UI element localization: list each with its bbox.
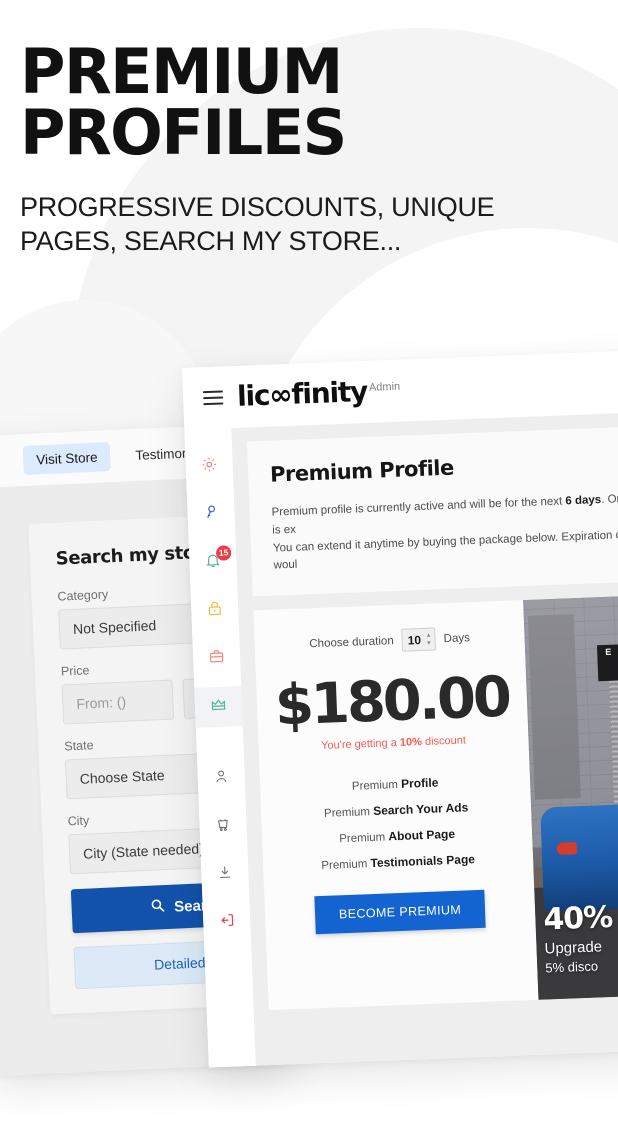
purchase-details: Choose duration 10 ▲ ▼ Days $180.00 You'… [253, 600, 538, 1010]
logout-icon [218, 911, 236, 934]
brand-logo[interactable]: lic∞finityAdmin [236, 374, 401, 413]
duration-stepper[interactable]: 10 ▲ ▼ [401, 627, 437, 653]
sidebar-item-key[interactable] [187, 494, 236, 536]
promo-wall-panel [527, 614, 581, 801]
brand-logo-suffix: Admin [368, 380, 401, 394]
price-amount: $180.00 [273, 664, 511, 739]
feature-list: Premium Profile Premium Search Your Ads … [270, 773, 523, 875]
search-icon [151, 898, 166, 917]
poster-canvas: PREMIUM PROFILES PROGRESSIVE DISCOUNTS, … [0, 0, 618, 1140]
discount-suffix: discount [421, 734, 467, 749]
crown-icon [210, 696, 228, 719]
download-icon [216, 863, 234, 886]
brand-logo-text: lic∞finity [236, 374, 368, 413]
promo-line-1: Upgrade [544, 938, 603, 958]
duration-value: 10 [407, 632, 422, 648]
sidebar-divider [196, 734, 244, 760]
spinner-icon[interactable]: ▲ ▼ [425, 632, 431, 646]
feature-bold: About Page [388, 827, 456, 844]
promo-sign: E [596, 641, 618, 682]
poster-text-block: PREMIUM PROFILES PROGRESSIVE DISCOUNTS, … [20, 35, 580, 259]
feature-prefix: Premium [321, 858, 371, 873]
sidebar-item-cart[interactable] [199, 806, 248, 848]
promo-banner-image: E 40% Upgrade 5% disco [523, 594, 618, 1001]
sidebar-item-settings[interactable] [185, 446, 234, 488]
promo-car [540, 800, 618, 912]
person-icon [212, 767, 230, 790]
feature-prefix: Premium [323, 806, 374, 821]
feature-bold: Profile [400, 775, 439, 792]
feature-item: Premium Testimonials Page [273, 851, 523, 875]
feature-prefix: Premium [351, 779, 402, 794]
sidebar-item-briefcase[interactable] [192, 638, 241, 680]
feature-item: Premium Search Your Ads [271, 799, 521, 823]
cart-icon [214, 815, 232, 838]
duration-unit: Days [443, 631, 471, 645]
duration-row: Choose duration 10 ▲ ▼ Days [264, 625, 515, 658]
become-premium-button[interactable]: BECOME PREMIUM [314, 890, 486, 935]
page-description: Premium profile is currently active and … [271, 490, 618, 576]
notification-badge: 15 [215, 545, 232, 561]
sidebar-item-logout[interactable] [203, 902, 252, 944]
premium-purchase-card: Choose duration 10 ▲ ▼ Days $180.00 You'… [253, 594, 618, 1011]
page-title: Premium Profile [269, 455, 455, 487]
feature-item: Premium About Page [272, 825, 522, 849]
discount-amount: 10% [399, 736, 423, 750]
duration-label: Choose duration [309, 634, 394, 651]
promo-taillight [556, 842, 577, 856]
feature-bold: Search Your Ads [372, 800, 469, 819]
chevron-down-icon[interactable]: ▼ [426, 640, 432, 646]
promo-line-2: 5% disco [545, 958, 599, 976]
lock-icon [206, 600, 224, 623]
premium-profile-header: Premium Profile Premium profile is curre… [246, 425, 618, 597]
admin-content: Premium Profile Premium profile is curre… [232, 411, 618, 1066]
feature-prefix: Premium [339, 831, 389, 846]
price-from-input[interactable]: From: () [61, 679, 175, 725]
feature-bold: Testimonials Page [370, 852, 476, 871]
promo-overlay-text: 40% Upgrade 5% disco [535, 900, 618, 976]
briefcase-icon [208, 648, 226, 671]
sidebar-item-premium[interactable] [194, 685, 243, 728]
key-icon [202, 504, 220, 527]
sidebar-item-notifications[interactable]: 15 [189, 542, 238, 584]
sidebar-item-lock[interactable] [191, 590, 240, 632]
description-line-2: You can extend it anytime by buying the … [272, 528, 618, 573]
admin-window: lic∞finityAdmin 15 Premium Profile Premi… [182, 349, 618, 1068]
tab-visit-store[interactable]: Visit Store [22, 441, 112, 475]
sidebar-item-download[interactable] [201, 854, 250, 896]
sidebar-item-profile[interactable] [197, 758, 246, 800]
poster-subheadline: PROGRESSIVE DISCOUNTS, UNIQUE PAGES, SEA… [20, 191, 495, 257]
admin-workspace: 15 Premium Profile Premium profile is cu… [184, 411, 618, 1068]
poster-headline: PREMIUM PROFILES [20, 35, 347, 169]
description-part-1: Premium profile is currently active and … [271, 495, 566, 519]
feature-item: Premium Profile [270, 773, 520, 797]
discount-prefix: You're getting a [320, 737, 401, 753]
hamburger-icon[interactable] [202, 390, 224, 406]
promo-percent: 40% [542, 900, 613, 938]
chevron-up-icon[interactable]: ▲ [425, 632, 431, 638]
description-days: 6 days [565, 494, 602, 508]
gear-icon [200, 456, 218, 479]
